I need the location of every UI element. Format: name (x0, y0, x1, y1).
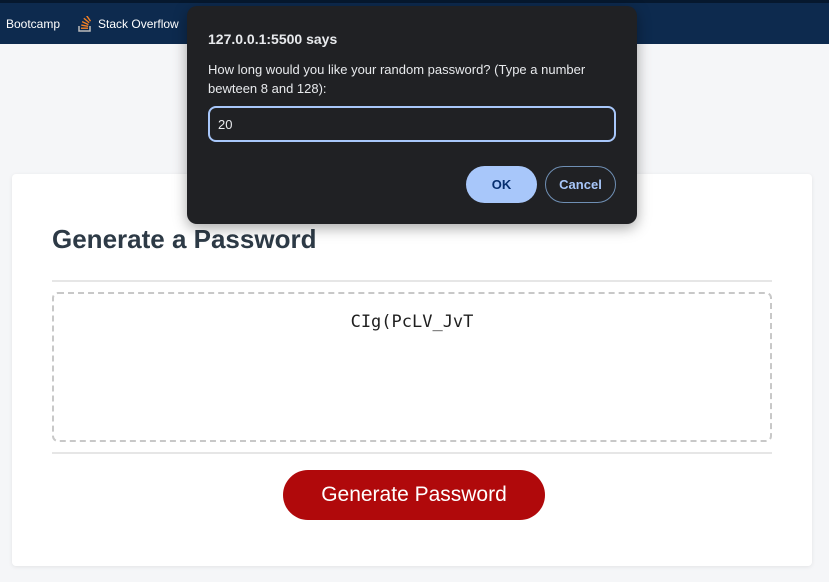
prompt-dialog: 127.0.0.1:5500 says How long would you l… (187, 6, 637, 224)
password-card: Generate a Password CIg(PcLV_JvT Generat… (12, 174, 812, 566)
dialog-message: How long would you like your random pass… (208, 62, 586, 96)
page-title: Generate a Password (52, 224, 317, 254)
bookmark-label: Bootcamp (6, 16, 61, 31)
divider (52, 280, 772, 282)
bookmark-label: Stack Overflow (98, 16, 179, 31)
password-length-input[interactable] (208, 106, 616, 142)
bookmark-stack-overflow[interactable]: Stack Overflow (78, 15, 179, 32)
password-output[interactable]: CIg(PcLV_JvT (52, 292, 772, 442)
divider (52, 452, 772, 454)
bookmark-bootcamp[interactable]: Bootcamp (6, 17, 60, 31)
generate-password-button[interactable]: Generate Password (283, 470, 545, 520)
cancel-button[interactable]: Cancel (545, 166, 616, 203)
dialog-title: 127.0.0.1:5500 says (208, 31, 338, 47)
stack-overflow-icon (78, 15, 92, 32)
ok-button[interactable]: OK (466, 166, 537, 203)
